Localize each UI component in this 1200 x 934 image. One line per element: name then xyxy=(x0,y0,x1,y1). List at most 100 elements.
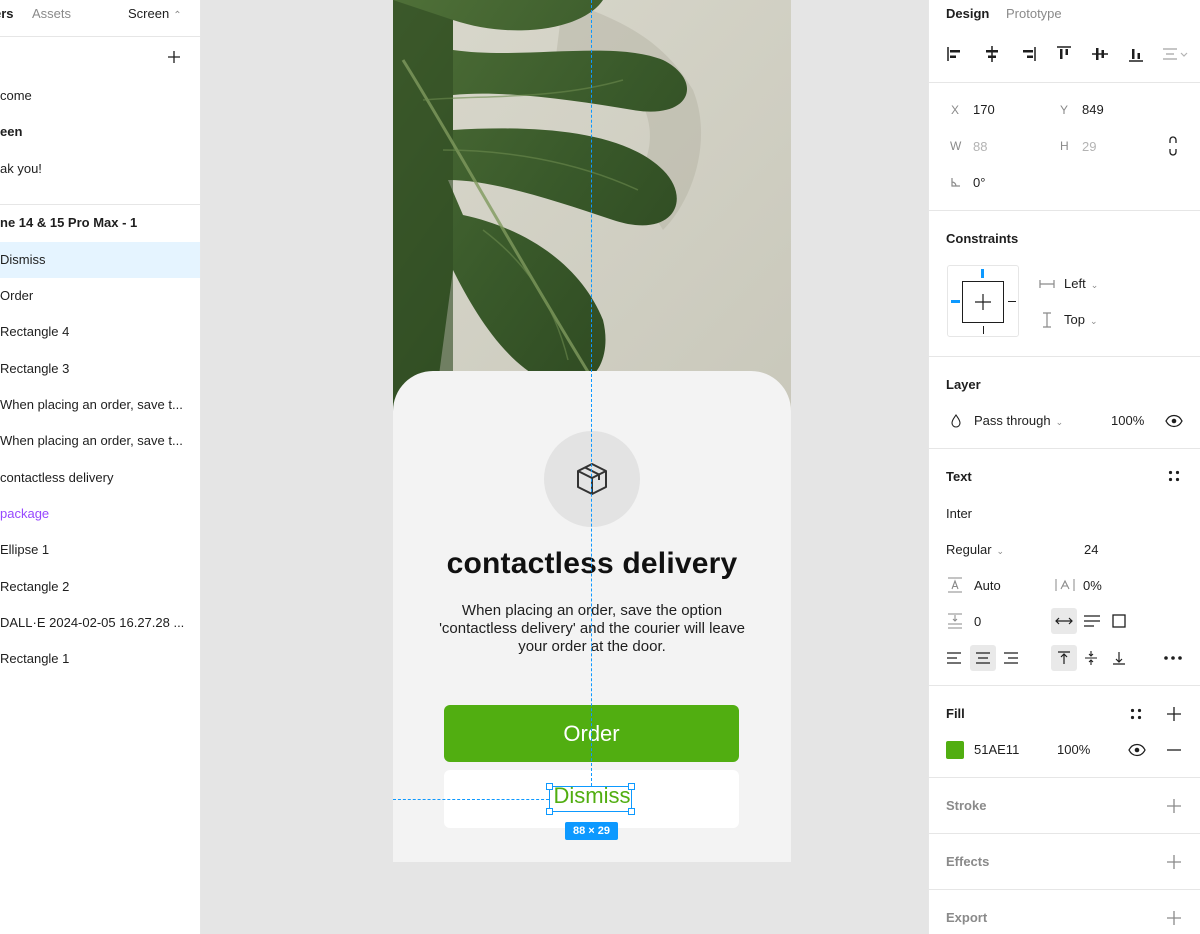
card-description: When placing an order, save the option '… xyxy=(439,602,745,655)
remove-fill-icon[interactable] xyxy=(1166,742,1182,758)
page-item-thank-you[interactable]: ak you! xyxy=(0,151,200,187)
alignment-toolbar xyxy=(929,36,1200,72)
align-horizontal-center-icon[interactable] xyxy=(983,45,1001,63)
layer-item-title[interactable]: contactless delivery xyxy=(0,460,200,496)
layer-label: ne 14 & 15 Pro Max - 1 xyxy=(0,215,138,230)
add-stroke-icon[interactable] xyxy=(1166,798,1182,814)
y-label: Y xyxy=(1060,103,1069,117)
rotation-icon xyxy=(951,178,960,187)
align-bottom-icon[interactable] xyxy=(1127,45,1145,63)
font-weight-select[interactable]: Regular ⌄ xyxy=(946,542,1004,557)
text-styles-icon[interactable] xyxy=(1167,469,1181,483)
page-item-welcome[interactable]: come xyxy=(0,78,200,114)
resize-handle-nw[interactable] xyxy=(546,783,553,790)
align-vertical-center-icon[interactable] xyxy=(1091,45,1109,63)
layer-frame[interactable]: ne 14 & 15 Pro Max - 1 xyxy=(0,205,200,241)
horizontal-constraint-select[interactable]: Left ⌄ xyxy=(1064,276,1098,291)
fixed-size-icon[interactable] xyxy=(1112,614,1126,628)
blend-mode-select[interactable]: Pass through ⌄ xyxy=(974,413,1063,428)
section-divider xyxy=(929,889,1200,890)
add-fill-icon[interactable] xyxy=(1166,706,1182,722)
page-item-screen[interactable]: een xyxy=(0,114,200,150)
layer-item-dismiss[interactable]: Dismiss xyxy=(0,242,200,278)
tab-design[interactable]: Design xyxy=(946,6,989,21)
eye-icon[interactable] xyxy=(1165,414,1183,428)
eye-icon[interactable] xyxy=(1128,743,1146,757)
fill-opacity-input[interactable]: 100% xyxy=(1057,742,1090,757)
layer-opacity-input[interactable]: 100% xyxy=(1111,413,1144,428)
vertical-align-bottom-icon[interactable] xyxy=(1111,650,1127,666)
vertical-constraint-icon xyxy=(1043,312,1051,328)
resize-handle-se[interactable] xyxy=(628,808,635,815)
line-height-icon xyxy=(948,577,962,593)
layer-item-order[interactable]: Order xyxy=(0,278,200,314)
layer-item-rectangle-2[interactable]: Rectangle 2 xyxy=(0,569,200,605)
constraints-widget[interactable] xyxy=(947,265,1019,337)
chevron-down-icon: ⌄ xyxy=(1090,280,1099,290)
fill-styles-icon[interactable] xyxy=(1129,707,1143,721)
layer-label: Rectangle 2 xyxy=(0,579,70,594)
layer-item-text-2[interactable]: When placing an order, save t... xyxy=(0,423,200,459)
align-left-icon[interactable] xyxy=(946,45,964,63)
resize-handle-sw[interactable] xyxy=(546,808,553,815)
monstera-leaf-image[interactable] xyxy=(393,0,791,420)
x-input[interactable]: 170 xyxy=(973,102,995,117)
h-input[interactable]: 29 xyxy=(1082,139,1096,154)
rotation-input[interactable]: 0° xyxy=(973,175,985,190)
y-input[interactable]: 849 xyxy=(1082,102,1104,117)
constrain-proportions-icon[interactable] xyxy=(1166,136,1180,156)
align-right-icon[interactable] xyxy=(1019,45,1037,63)
constraint-left-bar[interactable] xyxy=(951,300,960,303)
letter-spacing-input[interactable]: 0% xyxy=(1083,578,1102,593)
font-size-input[interactable]: 24 xyxy=(1084,542,1098,557)
section-divider xyxy=(929,685,1200,686)
constraint-right-bar[interactable] xyxy=(1008,301,1016,302)
phone-frame[interactable]: contactless delivery When placing an ord… xyxy=(393,0,791,862)
layer-item-rectangle-1[interactable]: Rectangle 1 xyxy=(0,641,200,677)
more-options-icon[interactable] xyxy=(1163,655,1183,661)
page-selector[interactable]: Screen ⌃ xyxy=(128,6,182,21)
constraint-top-bar[interactable] xyxy=(981,269,984,278)
tab-layers[interactable]: ers xyxy=(0,6,14,21)
letter-spacing-icon xyxy=(1055,579,1075,591)
layer-item-package[interactable]: package xyxy=(0,496,200,532)
add-page-icon[interactable] xyxy=(165,48,183,66)
page-item-label: ak you! xyxy=(0,161,42,176)
horizontal-constraint-value: Left xyxy=(1064,276,1086,291)
selection-box[interactable] xyxy=(546,783,635,815)
auto-width-button[interactable] xyxy=(1051,608,1077,634)
font-family-select[interactable]: Inter xyxy=(946,506,972,521)
text-align-center-button[interactable] xyxy=(970,645,996,671)
text-align-right-icon[interactable] xyxy=(1003,651,1019,665)
package-circle[interactable] xyxy=(544,431,640,527)
line-height-input[interactable]: Auto xyxy=(974,578,1001,593)
vertical-constraint-select[interactable]: Top ⌄ xyxy=(1064,312,1098,327)
fill-color-swatch[interactable] xyxy=(946,741,964,759)
vertical-align-middle-icon[interactable] xyxy=(1083,650,1099,666)
vertical-align-top-button[interactable] xyxy=(1051,645,1077,671)
layer-item-rectangle-3[interactable]: Rectangle 3 xyxy=(0,351,200,387)
add-effect-icon[interactable] xyxy=(1166,854,1182,870)
layer-item-text-1[interactable]: When placing an order, save t... xyxy=(0,387,200,423)
resize-handle-ne[interactable] xyxy=(628,783,635,790)
add-export-icon[interactable] xyxy=(1166,910,1182,926)
guide-line-horizontal xyxy=(393,799,549,800)
design-canvas[interactable]: contactless delivery When placing an ord… xyxy=(201,0,928,934)
text-align-left-icon[interactable] xyxy=(946,651,962,665)
chevron-down-icon: ⌄ xyxy=(996,546,1005,556)
fill-hex-input[interactable]: 51AE11 xyxy=(974,742,1019,757)
paragraph-spacing-input[interactable]: 0 xyxy=(974,614,981,629)
layer-item-image[interactable]: DALL·E 2024-02-05 16.27.28 ... xyxy=(0,605,200,641)
layer-item-ellipse-1[interactable]: Ellipse 1 xyxy=(0,532,200,568)
selection-size-badge: 88 × 29 xyxy=(565,822,618,840)
w-input[interactable]: 88 xyxy=(973,139,987,154)
distribute-menu-icon[interactable] xyxy=(1161,45,1189,63)
tab-prototype[interactable]: Prototype xyxy=(1006,6,1062,21)
align-top-icon[interactable] xyxy=(1055,45,1073,63)
constraint-bottom-bar[interactable] xyxy=(983,326,984,334)
layer-item-rectangle-4[interactable]: Rectangle 4 xyxy=(0,314,200,350)
left-panel-tabs: ers Assets Screen⌃ xyxy=(0,0,200,37)
tab-assets[interactable]: Assets xyxy=(32,6,71,21)
layer-label: Order xyxy=(0,288,34,303)
auto-height-icon[interactable] xyxy=(1083,614,1101,628)
